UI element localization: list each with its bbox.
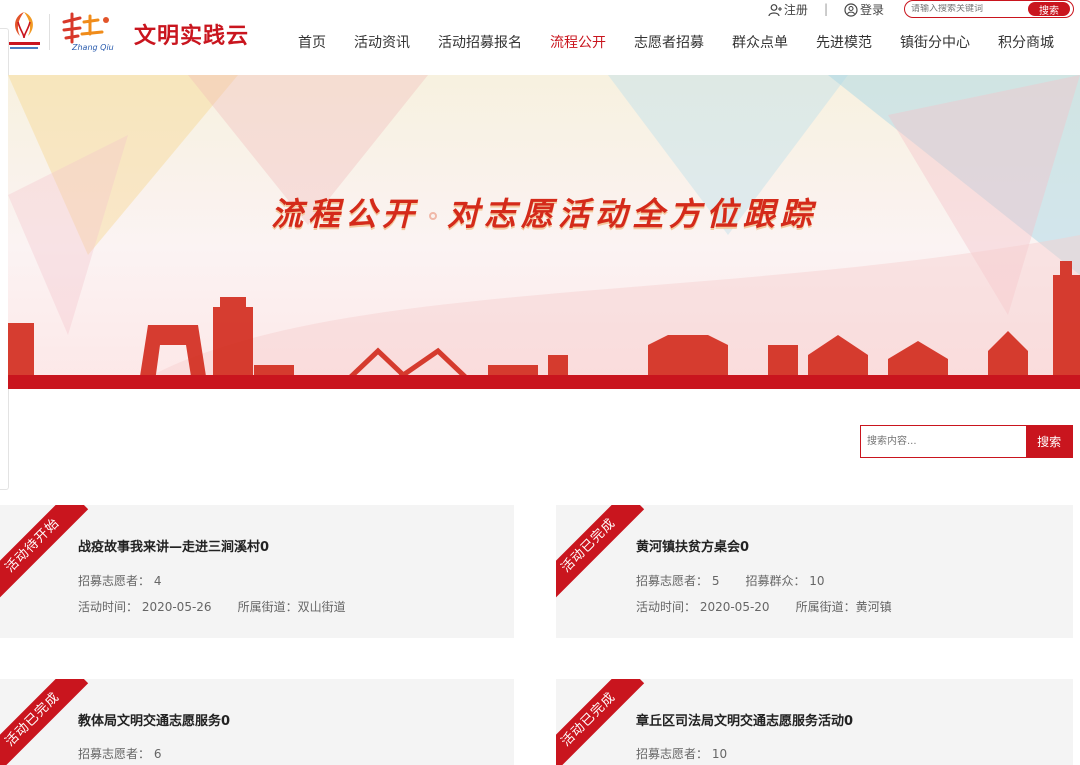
recruit-volunteers: 招募志愿者： 5	[636, 574, 720, 588]
user-add-icon	[768, 4, 782, 17]
activity-recruit-line: 招募志愿者： 5 招募群众： 10	[636, 572, 825, 589]
login-link[interactable]: 登录	[844, 1, 884, 18]
logo-divider	[49, 14, 50, 50]
hero-banner: 流程公开 对志愿活动全方位跟踪	[8, 75, 1080, 389]
activity-title[interactable]: 黄河镇扶贫方桌会0	[636, 536, 749, 555]
nav-item-signup[interactable]: 活动招募报名	[424, 32, 536, 56]
activity-time: 活动时间： 2020-05-26	[78, 600, 212, 614]
recruit-volunteers: 招募志愿者： 10	[636, 747, 728, 761]
activity-title[interactable]: 教体局文明交通志愿服务0	[78, 710, 230, 729]
nav-item-mall[interactable]: 积分商城	[984, 32, 1068, 56]
site-header: Zhang Qiu 文明实践云 注册 | 登录 搜索 首页 活动资讯 活动招募报…	[0, 0, 1080, 75]
header-search: 搜索	[904, 0, 1074, 18]
nav-item-process[interactable]: 流程公开	[536, 32, 620, 56]
nav-item-orders[interactable]: 群众点单	[718, 32, 802, 56]
activity-street: 所属街道：双山街道	[237, 600, 346, 614]
nav-item-home[interactable]: 首页	[284, 32, 340, 56]
activity-street: 所属街道：黄河镇	[795, 600, 892, 614]
activity-meta-line: 活动时间： 2020-05-26 所属街道：双山街道	[78, 598, 346, 615]
activity-card[interactable]: 活动待开始 战疫故事我来讲—走进三涧溪村0 招募志愿者： 4 活动时间： 202…	[0, 505, 514, 638]
banner-title: 流程公开 对志愿活动全方位跟踪	[8, 189, 1080, 235]
recruit-volunteers: 招募志愿者： 6	[78, 747, 162, 761]
activity-meta-line: 活动时间： 2020-05-20 所属街道：黄河镇	[636, 598, 892, 615]
zhangqiu-logo[interactable]: Zhang Qiu	[58, 8, 122, 52]
svg-text:Zhang Qiu: Zhang Qiu	[71, 43, 114, 52]
top-links: 注册 | 登录	[768, 0, 884, 18]
activity-time: 活动时间： 2020-05-20	[636, 600, 770, 614]
activity-card[interactable]: 活动已完成 教体局文明交通志愿服务0 招募志愿者： 6	[0, 679, 514, 765]
header-search-input[interactable]	[905, 4, 1017, 14]
register-label: 注册	[783, 2, 808, 17]
status-ribbon: 活动已完成	[556, 679, 645, 765]
recruit-masses: 招募群众： 10	[745, 574, 825, 588]
activity-card[interactable]: 活动已完成 黄河镇扶贫方桌会0 招募志愿者： 5 招募群众： 10 活动时间： 2…	[556, 505, 1073, 638]
activity-title[interactable]: 战疫故事我来讲—走进三涧溪村0	[78, 536, 269, 555]
user-circle-icon	[844, 3, 858, 17]
civilization-center-logo[interactable]	[6, 8, 42, 52]
top-links-separator: |	[823, 2, 828, 16]
register-link[interactable]: 注册	[768, 1, 808, 18]
recruit-volunteers: 招募志愿者： 4	[78, 574, 162, 588]
header-search-button[interactable]: 搜索	[1028, 2, 1070, 17]
activity-search-input[interactable]	[861, 426, 1027, 457]
banner-title-part2: 对志愿活动全方位跟踪	[447, 195, 818, 233]
login-label: 登录	[859, 2, 884, 17]
main-nav: 首页 活动资讯 活动招募报名 流程公开 志愿者招募 群众点单 先进模范 镇街分中…	[284, 32, 1068, 56]
nav-item-news[interactable]: 活动资讯	[340, 32, 424, 56]
nav-item-models[interactable]: 先进模范	[802, 32, 886, 56]
nav-item-centers[interactable]: 镇街分中心	[886, 32, 984, 56]
status-ribbon: 活动待开始	[0, 505, 89, 602]
banner-title-part1: 流程公开	[270, 195, 419, 233]
activity-card[interactable]: 活动已完成 章丘区司法局文明交通志愿服务活动0 招募志愿者： 10	[556, 679, 1073, 765]
activity-search-button[interactable]: 搜索	[1026, 426, 1072, 457]
activity-title[interactable]: 章丘区司法局文明交通志愿服务活动0	[636, 710, 853, 729]
activity-recruit-line: 招募志愿者： 4	[78, 572, 161, 589]
status-ribbon: 活动已完成	[0, 679, 89, 765]
activity-recruit-line: 招募志愿者： 10	[636, 745, 727, 762]
activity-recruit-line: 招募志愿者： 6	[78, 745, 161, 762]
banner-dot	[429, 212, 437, 220]
activity-search: 搜索	[860, 425, 1073, 458]
status-ribbon: 活动已完成	[556, 505, 645, 602]
nav-item-volunteer[interactable]: 志愿者招募	[620, 32, 718, 56]
brand-title: 文明实践云	[134, 23, 250, 49]
